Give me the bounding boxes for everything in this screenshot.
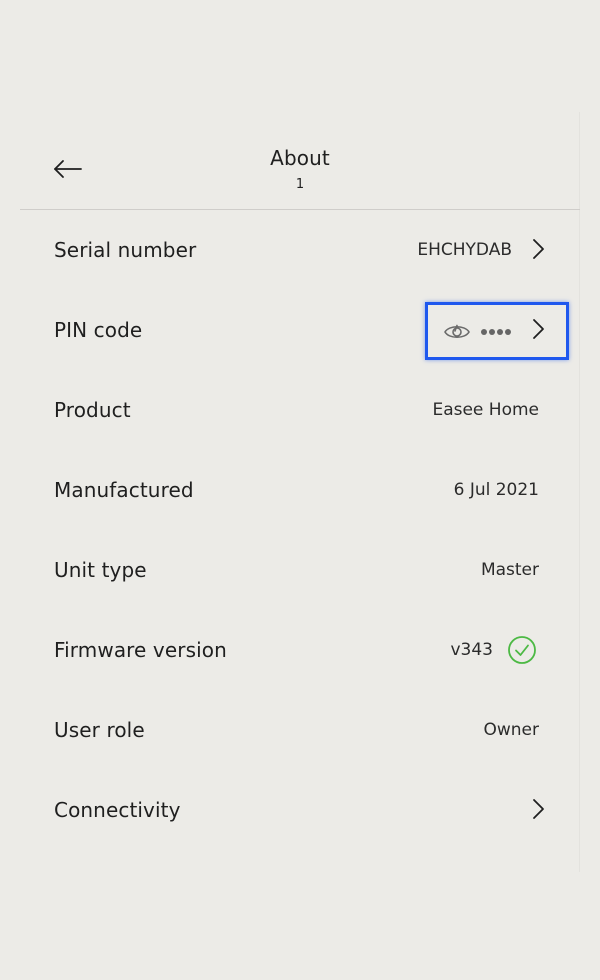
row-label: Manufactured bbox=[54, 478, 194, 502]
row-user-role: User role Owner bbox=[20, 690, 579, 770]
row-label: Firmware version bbox=[54, 638, 227, 662]
content-edge bbox=[579, 112, 580, 872]
header: About 1 bbox=[20, 126, 580, 210]
check-circle-icon bbox=[507, 635, 537, 665]
row-unit-type: Unit type Master bbox=[20, 530, 579, 610]
page-title: About bbox=[270, 146, 330, 170]
row-firmware-version: Firmware version v343 bbox=[20, 610, 579, 690]
unit-type-value: Master bbox=[480, 560, 539, 580]
product-value: Easee Home bbox=[432, 400, 539, 420]
row-label: Unit type bbox=[54, 558, 147, 582]
pin-masked-value bbox=[481, 328, 511, 336]
eye-icon[interactable] bbox=[443, 322, 471, 342]
row-label: Product bbox=[54, 398, 131, 422]
row-serial-number[interactable]: Serial number EHCHYDAB bbox=[20, 210, 579, 290]
row-manufactured: Manufactured 6 Jul 2021 bbox=[20, 450, 579, 530]
row-product: Product Easee Home bbox=[20, 370, 579, 450]
firmware-version-value: v343 bbox=[450, 640, 493, 660]
row-label: PIN code bbox=[54, 318, 143, 342]
chevron-right-icon[interactable] bbox=[531, 317, 545, 341]
serial-number-value: EHCHYDAB bbox=[417, 240, 512, 260]
row-label: Connectivity bbox=[54, 798, 181, 822]
row-label: Serial number bbox=[54, 238, 197, 262]
user-role-value: Owner bbox=[483, 720, 539, 740]
chevron-right-icon[interactable] bbox=[531, 797, 545, 821]
manufactured-value: 6 Jul 2021 bbox=[453, 480, 539, 500]
row-pin-code[interactable]: PIN code bbox=[20, 290, 579, 370]
page-subtitle: 1 bbox=[295, 177, 305, 192]
chevron-right-icon[interactable] bbox=[531, 237, 545, 261]
row-connectivity[interactable]: Connectivity bbox=[20, 770, 579, 850]
row-label: User role bbox=[54, 718, 145, 742]
